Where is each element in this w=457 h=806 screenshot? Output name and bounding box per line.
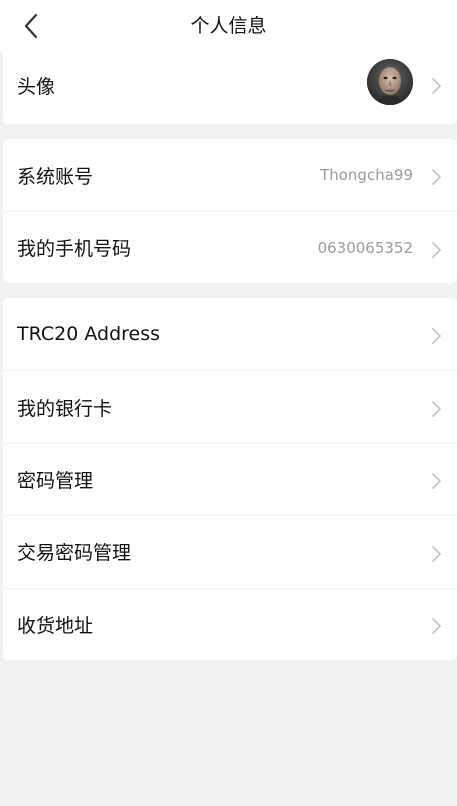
avatar	[367, 59, 413, 105]
chevron-right-icon	[432, 241, 441, 258]
chevron-right-icon	[432, 328, 441, 345]
chevron-right-icon	[432, 78, 441, 94]
phone-row[interactable]: 我的手机号码 0630065352	[3, 211, 457, 283]
phone-value: 0630065352	[317, 238, 413, 257]
chevron-right-icon	[432, 169, 441, 185]
avatar-card: 头像	[3, 46, 457, 124]
trc20-address-row[interactable]: TRC20 Address	[3, 298, 457, 370]
menu-item-label: TRC20 Address	[17, 323, 161, 346]
system-account-label: 系统账号	[17, 165, 94, 188]
menu-item-label: 交易密码管理	[17, 542, 132, 565]
system-account-value: Thongcha99	[320, 166, 413, 184]
chevron-right-icon	[432, 545, 441, 562]
chevron-right-icon	[432, 473, 441, 490]
bank-card-row[interactable]: 我的银行卡	[3, 370, 457, 442]
menu-item-label: 我的银行卡	[17, 397, 113, 420]
shipping-address-row[interactable]: 收货地址	[3, 587, 457, 660]
system-account-row[interactable]: 系统账号 Thongcha99	[3, 139, 457, 211]
account-card: 系统账号 Thongcha99 我的手机号码 0630065352	[3, 139, 457, 283]
trade-password-row[interactable]: 交易密码管理	[3, 515, 457, 587]
chevron-right-icon	[432, 401, 441, 417]
avatar-label: 头像	[17, 75, 56, 98]
menu-item-label: 密码管理	[17, 469, 94, 492]
menu-item-label: 收货地址	[17, 614, 94, 637]
menu-card: TRC20 Address 我的银行卡 密码管理 交易密码管理 收货地址	[3, 298, 457, 660]
password-management-row[interactable]: 密码管理	[3, 442, 457, 515]
phone-label: 我的手机号码	[17, 238, 132, 260]
avatar-row[interactable]: 头像	[3, 46, 457, 124]
chevron-right-icon	[432, 618, 441, 635]
page-title: 个人信息	[190, 15, 267, 37]
header-bar: 个人信息	[0, 0, 457, 52]
